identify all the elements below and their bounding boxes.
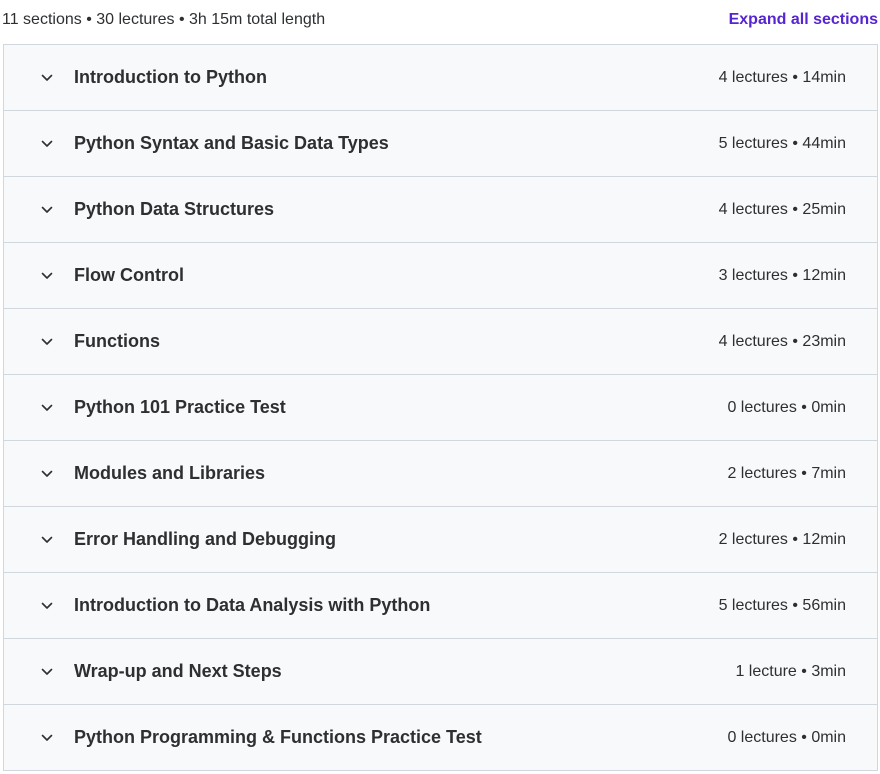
section-title: Python Syntax and Basic Data Types bbox=[74, 133, 389, 153]
chevron-down-icon[interactable] bbox=[36, 595, 58, 617]
section-meta: 3 lectures • 12min bbox=[718, 266, 846, 284]
section-title: Error Handling and Debugging bbox=[74, 529, 336, 549]
chevron-down-icon[interactable] bbox=[36, 67, 58, 89]
section-title: Wrap-up and Next Steps bbox=[74, 661, 282, 681]
section-row[interactable]: Modules and Libraries 2 lectures • 7min bbox=[4, 441, 877, 507]
section-title: Python 101 Practice Test bbox=[74, 397, 286, 417]
section-row[interactable]: Introduction to Data Analysis with Pytho… bbox=[4, 573, 877, 639]
curriculum-summary: 11 sections • 30 lectures • 3h 15m total… bbox=[2, 11, 326, 28]
section-row[interactable]: Wrap-up and Next Steps 1 lecture • 3min bbox=[4, 639, 877, 705]
expand-all-sections-button[interactable]: Expand all sections bbox=[729, 11, 878, 29]
section-meta: 5 lectures • 44min bbox=[718, 134, 846, 152]
section-row[interactable]: Introduction to Python 4 lectures • 14min bbox=[4, 45, 877, 111]
chevron-down-icon[interactable] bbox=[36, 199, 58, 221]
section-title: Introduction to Data Analysis with Pytho… bbox=[74, 595, 431, 615]
section-row[interactable]: Error Handling and Debugging 2 lectures •… bbox=[4, 507, 877, 573]
section-row[interactable]: Python Data Structures 4 lectures • 25min bbox=[4, 177, 877, 243]
section-meta: 4 lectures • 14min bbox=[718, 68, 846, 86]
section-title: Modules and Libraries bbox=[74, 463, 266, 483]
section-row[interactable]: Python 101 Practice Test 0 lectures • 0mi… bbox=[4, 375, 877, 441]
chevron-down-icon[interactable] bbox=[36, 529, 58, 551]
section-title: Python Programming & Functions Practice … bbox=[74, 727, 482, 747]
section-meta: 4 lectures • 23min bbox=[718, 332, 846, 350]
section-meta: 5 lectures • 56min bbox=[718, 596, 846, 614]
section-meta: 4 lectures • 25min bbox=[718, 200, 846, 218]
section-title: Introduction to Python bbox=[74, 67, 267, 87]
section-meta: 0 lectures • 0min bbox=[727, 728, 846, 746]
section-title: Flow Control bbox=[74, 265, 184, 285]
section-row[interactable]: Flow Control 3 lectures • 12min bbox=[4, 243, 877, 309]
section-meta: 1 lecture • 3min bbox=[735, 662, 846, 680]
section-meta: 2 lectures • 12min bbox=[718, 530, 846, 548]
chevron-down-icon[interactable] bbox=[36, 463, 58, 485]
section-title: Functions bbox=[74, 331, 160, 351]
curriculum-accordion: Introduction to Python 4 lectures • 14min… bbox=[3, 44, 878, 771]
section-row[interactable]: Python Programming & Functions Practice … bbox=[4, 705, 877, 771]
section-title: Python Data Structures bbox=[74, 199, 275, 219]
section-row[interactable]: Python Syntax and Basic Data Types 5 lect… bbox=[4, 111, 877, 177]
section-meta: 0 lectures • 0min bbox=[727, 398, 846, 416]
chevron-down-icon[interactable] bbox=[36, 397, 58, 419]
section-row[interactable]: Functions 4 lectures • 23min bbox=[4, 309, 877, 375]
curriculum-header: 11 sections • 30 lectures • 3h 15m total… bbox=[0, 0, 880, 44]
chevron-down-icon[interactable] bbox=[36, 265, 58, 287]
chevron-down-icon[interactable] bbox=[36, 331, 58, 353]
section-meta: 2 lectures • 7min bbox=[727, 464, 846, 482]
chevron-down-icon[interactable] bbox=[36, 727, 58, 749]
chevron-down-icon[interactable] bbox=[36, 661, 58, 683]
chevron-down-icon[interactable] bbox=[36, 133, 58, 155]
